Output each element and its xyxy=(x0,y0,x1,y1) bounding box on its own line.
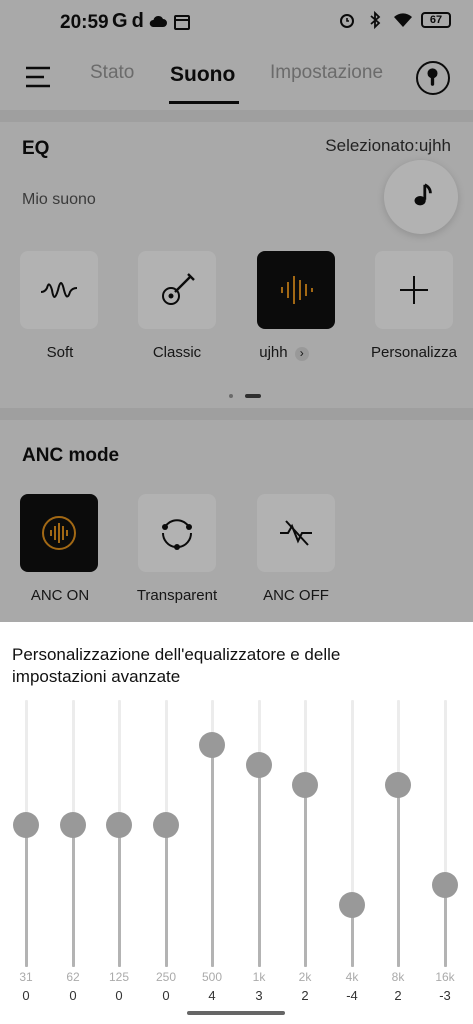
preset-personalizza[interactable] xyxy=(375,251,453,329)
eq-band-gain: 2 xyxy=(301,988,309,1003)
eq-slider-knob[interactable] xyxy=(292,772,318,798)
status-time: 20:59 xyxy=(60,12,109,33)
preset-ujhh-name: ujhh xyxy=(259,344,288,361)
eq-slider-fill xyxy=(397,785,400,967)
plus-icon xyxy=(400,276,428,304)
status-bar: 20:59 G d 67 xyxy=(0,0,473,44)
eq-band-gain: 0 xyxy=(69,988,77,1003)
eq-subtitle: Mio suono xyxy=(22,191,96,208)
eq-selected-label: Selezionato:ujhh xyxy=(325,136,451,155)
eq-band-frequency: 4k xyxy=(345,970,359,984)
anc-on-label: ANC ON xyxy=(30,587,90,604)
anc-off-icon xyxy=(280,520,312,546)
cloud-icon xyxy=(149,15,167,27)
eq-slider-fill xyxy=(72,825,75,967)
eq-slider-knob[interactable] xyxy=(385,772,411,798)
wave-icon xyxy=(40,282,78,298)
battery-icon: 67 xyxy=(421,12,451,28)
section-divider xyxy=(0,110,473,122)
page-dot-1[interactable] xyxy=(229,394,233,398)
eq-band-frequency: 16k xyxy=(435,970,455,984)
eq-slider-fill xyxy=(258,765,261,967)
anc-on-button[interactable] xyxy=(20,494,98,572)
anc-title: ANC mode xyxy=(22,445,120,466)
section-divider xyxy=(0,408,473,420)
eq-slider-knob[interactable] xyxy=(432,872,458,898)
chevron-right-icon[interactable]: › xyxy=(294,347,309,361)
eq-band-frequency: 125 xyxy=(108,970,130,984)
preset-ujhh-label: ujhh › xyxy=(229,344,339,361)
eq-band-gain: 3 xyxy=(255,988,263,1003)
eq-band-gain: -3 xyxy=(439,988,451,1003)
eq-slider-fill xyxy=(25,825,28,967)
preset-soft-label: Soft xyxy=(46,344,74,361)
eq-band-gain: 0 xyxy=(115,988,123,1003)
wifi-icon xyxy=(394,13,412,27)
eq-slider-fill xyxy=(304,785,307,967)
eq-slider-fill xyxy=(165,825,168,967)
transparent-button[interactable] xyxy=(138,494,216,572)
preset-soft[interactable] xyxy=(20,251,98,329)
eq-band-frequency: 500 xyxy=(201,970,223,984)
eq-band-frequency: 250 xyxy=(155,970,177,984)
eq-slider-knob[interactable] xyxy=(246,752,272,778)
music-button[interactable] xyxy=(384,160,458,234)
eq-band-gain: 2 xyxy=(394,988,402,1003)
sheet-title: Personalizzazione dell'equalizzatore e d… xyxy=(12,645,341,686)
eq-band-frequency: 2k xyxy=(298,970,312,984)
guitar-icon xyxy=(162,273,195,305)
eq-slider-knob[interactable] xyxy=(106,812,132,838)
eq-band-frequency: 31 xyxy=(19,970,33,984)
eq-slider-knob[interactable] xyxy=(199,732,225,758)
tab-suono[interactable]: Suono xyxy=(170,63,235,87)
d-app-icon: d xyxy=(131,10,144,32)
top-navigation: Stato Suono Impostazione xyxy=(0,44,473,110)
menu-icon[interactable] xyxy=(24,64,54,90)
eq-band-frequency: 62 xyxy=(66,970,80,984)
eq-slider-fill xyxy=(118,825,121,967)
active-tab-indicator xyxy=(169,101,239,104)
eq-band-frequency: 1k xyxy=(252,970,266,984)
eq-band-gain: 4 xyxy=(208,988,216,1003)
eq-slider-fill xyxy=(211,745,214,967)
eq-band-gain: 0 xyxy=(162,988,170,1003)
preset-personalizza-label: Personalizza xyxy=(371,344,457,361)
page-dot-2[interactable] xyxy=(245,394,261,398)
music-note-icon xyxy=(414,183,432,206)
equalizer-sheet: Personalizzazione dell'equalizzatore e d… xyxy=(0,622,473,1024)
transparent-icon xyxy=(161,519,193,550)
tab-impostazione[interactable]: Impostazione xyxy=(270,62,383,84)
eq-slider-knob[interactable] xyxy=(339,892,365,918)
google-icon: G xyxy=(112,10,128,32)
anc-on-icon xyxy=(42,516,76,550)
eq-title: EQ xyxy=(22,138,50,159)
bluetooth-icon xyxy=(370,10,381,30)
eq-band-gain: -4 xyxy=(346,988,358,1003)
home-indicator[interactable] xyxy=(187,1011,285,1015)
soundbars-icon xyxy=(281,276,313,304)
anc-off-button[interactable] xyxy=(257,494,335,572)
eq-band-gain: 0 xyxy=(22,988,30,1003)
alarm-icon xyxy=(340,14,354,28)
tab-stato[interactable]: Stato xyxy=(90,62,134,84)
eq-band-frequency: 8k xyxy=(391,970,405,984)
earbud-icon xyxy=(427,68,438,86)
calendar-icon xyxy=(173,14,190,30)
earbud-button[interactable] xyxy=(416,61,450,95)
preset-ujhh[interactable] xyxy=(257,251,335,329)
transparent-label: Transparent xyxy=(136,587,218,604)
preset-classic[interactable] xyxy=(138,251,216,329)
app-screen: 20:59 G d 67 Stato Suono Impostazione EQ… xyxy=(0,0,473,622)
anc-off-label: ANC OFF xyxy=(263,587,329,604)
eq-slider-knob[interactable] xyxy=(153,812,179,838)
eq-slider-knob[interactable] xyxy=(13,812,39,838)
preset-classic-label: Classic xyxy=(152,344,202,361)
eq-slider-knob[interactable] xyxy=(60,812,86,838)
